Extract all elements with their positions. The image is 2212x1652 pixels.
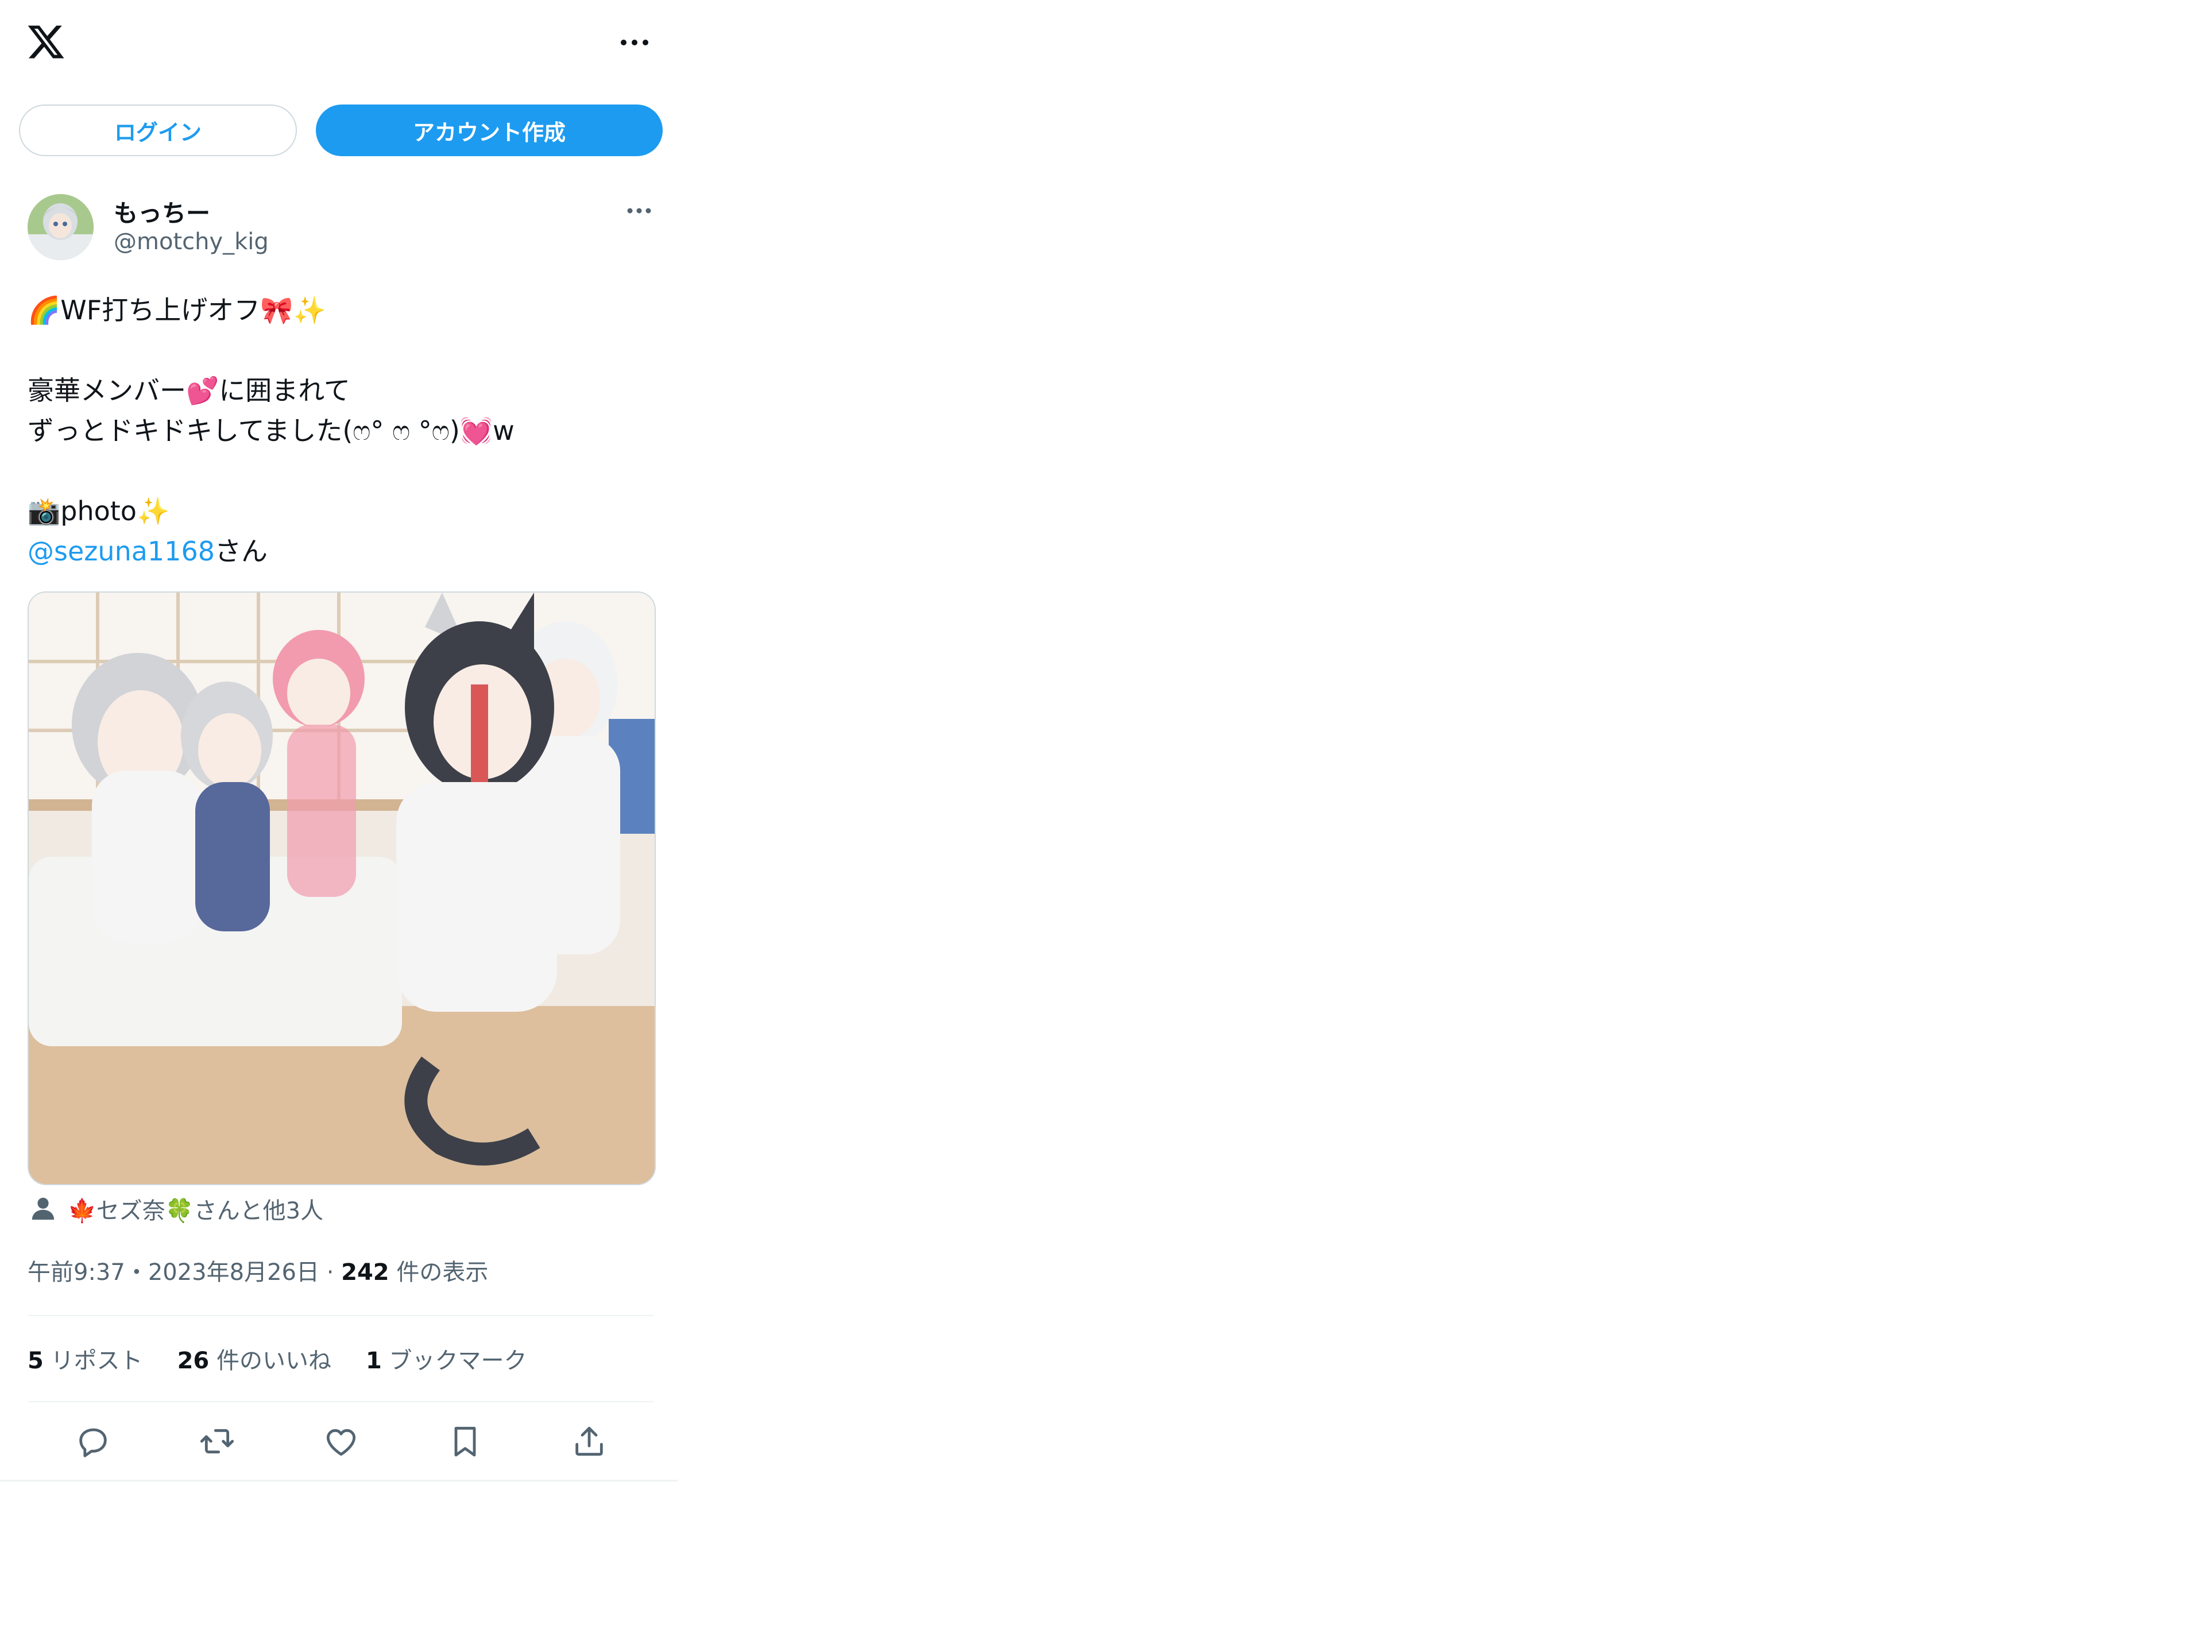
divider xyxy=(28,1401,653,1402)
views-link[interactable]: 242 件の表示 xyxy=(341,1259,488,1286)
reposts-label: リポスト xyxy=(43,1348,143,1374)
tweet-text-line: 📸photo✨ xyxy=(28,496,170,527)
share-icon[interactable] xyxy=(571,1423,608,1460)
likes-stat[interactable]: 26 件のいいね xyxy=(177,1342,331,1375)
tweet-date[interactable]: 2023年8月26日 xyxy=(148,1259,319,1286)
x-logo-icon[interactable] xyxy=(26,22,66,62)
mention-suffix: さん xyxy=(214,536,268,567)
likes-count: 26 xyxy=(177,1348,210,1374)
bookmarks-label: ブックマーク xyxy=(381,1348,527,1374)
divider xyxy=(28,1315,653,1316)
tweet-time[interactable]: 午前9:37 xyxy=(28,1259,125,1286)
user-handle[interactable]: @motchy_kig xyxy=(114,229,269,255)
create-account-button[interactable]: アカウント作成 xyxy=(316,105,663,156)
likes-label: 件のいいね xyxy=(209,1348,331,1374)
views-count: 242 xyxy=(341,1259,389,1286)
repost-icon[interactable] xyxy=(199,1423,235,1460)
tweet-text-line: 豪華メンバー💕に囲まれて xyxy=(28,375,350,406)
bookmarks-stat[interactable]: 1 ブックマーク xyxy=(366,1342,527,1375)
reposts-stat[interactable]: 5 リポスト xyxy=(28,1342,143,1375)
mention-link[interactable]: @sezuna1168 xyxy=(28,536,215,567)
bookmarks-count: 1 xyxy=(365,1348,382,1374)
meta-separator: · xyxy=(319,1259,342,1286)
person-icon xyxy=(32,1197,55,1220)
tagged-users-label: 🍁セズ奈🍀さんと他3人 xyxy=(68,1198,324,1224)
tweet-stats: 5 リポスト 26 件のいいね 1 ブックマーク xyxy=(28,1342,562,1375)
tweet-text-line: ずっとドキドキしてました(ෆ° ෆ °ෆ)💓w xyxy=(28,415,515,446)
avatar[interactable] xyxy=(28,194,94,260)
views-label: 件の表示 xyxy=(389,1259,489,1286)
tweet-photo[interactable] xyxy=(28,591,656,1185)
tweet-actions xyxy=(28,1418,653,1464)
tweet-text: 🌈WF打ち上げオフ🎀✨ 豪華メンバー💕に囲まれて ずっとドキドキしてました(ෆ°… xyxy=(28,290,648,571)
tweet-page: ログイン アカウント作成 もっちー @motchy_kig 🌈WF打ち上げオフ🎀… xyxy=(0,0,678,1481)
display-name[interactable]: もっちー xyxy=(114,194,210,229)
reposts-count: 5 xyxy=(28,1348,44,1374)
divider xyxy=(0,1480,678,1481)
tweet-more-icon[interactable] xyxy=(623,202,655,219)
reply-icon[interactable] xyxy=(75,1423,111,1460)
like-icon[interactable] xyxy=(323,1423,359,1460)
tweet-text-line: 🌈WF打ち上げオフ🎀✨ xyxy=(28,295,326,326)
tweet-meta: 午前9:37・2023年8月26日 · 242 件の表示 xyxy=(28,1253,488,1287)
bookmark-icon[interactable] xyxy=(447,1423,484,1460)
meta-separator: ・ xyxy=(125,1259,148,1286)
more-horizontal-icon[interactable] xyxy=(614,32,655,53)
tweet-text-line: @sezuna1168さん xyxy=(28,531,648,571)
tagged-users[interactable]: 🍁セズ奈🍀さんと他3人 xyxy=(30,1191,323,1226)
login-button[interactable]: ログイン xyxy=(19,105,297,156)
